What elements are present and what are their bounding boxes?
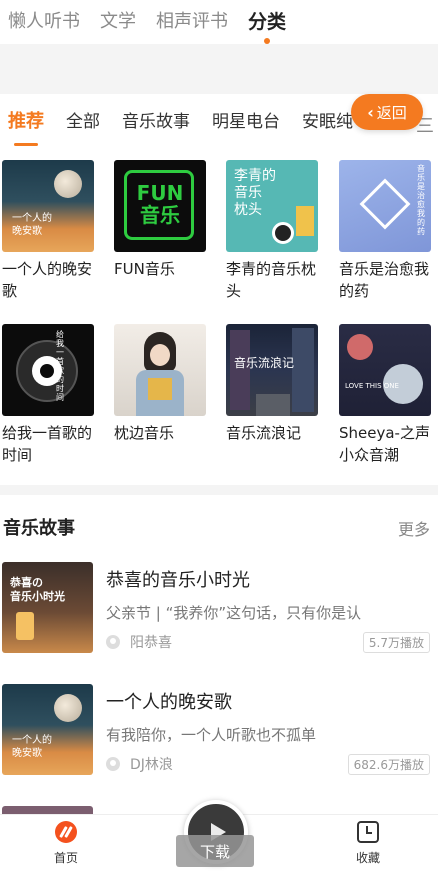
album-cover: 音乐是治愈我的药 [339, 160, 431, 252]
tab-categories[interactable]: 分类 [248, 0, 286, 44]
album-cover-text: 给我一首歌的时间 [56, 330, 64, 402]
moon-graphic [54, 170, 82, 198]
list-description: 父亲节 | “我养你”这句话，只有你是认 [106, 604, 362, 622]
nav-favorites[interactable]: 收藏 [350, 821, 386, 866]
subtab-recommended-label: 推荐 [8, 111, 44, 132]
lamp-graphic [16, 612, 34, 640]
back-button-label: 返回 [376, 103, 407, 122]
clock-icon [357, 821, 379, 843]
author-name: 阳恭喜 [130, 635, 172, 651]
album-title: 音乐流浪记 [226, 424, 302, 442]
album-cover: LOVE THIS ONE [339, 324, 431, 416]
tab-categories-label: 分类 [248, 11, 287, 33]
album-cover-text: 音乐流浪记 [234, 356, 295, 370]
back-button[interactable]: ‹ 返回 [351, 94, 423, 130]
more-link[interactable]: 更多 [398, 516, 430, 540]
list-item-partial[interactable] [2, 806, 93, 814]
album-cover [114, 324, 206, 416]
book-graphic [148, 378, 172, 400]
album-cover-shape [296, 206, 314, 236]
album-title: Sheeya-之声小众音潮 [339, 424, 430, 464]
play-count-badge: 5.7万播放 [362, 632, 430, 653]
album-card[interactable]: 给我一首歌的时间 给我一首歌的时间 [2, 324, 98, 466]
record-graphic [272, 222, 294, 244]
nav-home[interactable]: 首页 [48, 821, 84, 866]
album-title: 给我一首歌的时间 [2, 424, 93, 464]
author-name: DJ林浪 [130, 757, 173, 773]
list-cover-text: 一个人的 晚安歌 [12, 735, 52, 759]
subtab-recommended[interactable]: 推荐 [8, 94, 44, 150]
album-card[interactable]: 音乐是治愈我的药 音乐是治愈我的药 [339, 160, 435, 302]
list-description: 有我陪你，一个人听歌也不孤单 [106, 726, 317, 744]
planet-graphic [347, 334, 373, 360]
album-cover: 给我一首歌的时间 [2, 324, 94, 416]
building-graphic [292, 328, 314, 412]
home-icon [55, 821, 77, 843]
album-title: 音乐是治愈我的药 [339, 260, 430, 300]
album-cover-text: LOVE THIS ONE [345, 382, 399, 390]
portrait-face-graphic [150, 344, 170, 366]
nav-home-label: 首页 [53, 851, 78, 865]
list-cover: 一个人的 晚安歌 [2, 684, 93, 775]
active-subtab-indicator [14, 143, 38, 146]
list-cover-text: 恭喜の 音乐小时光 [10, 576, 65, 603]
album-title: 枕边音乐 [114, 424, 175, 442]
download-button[interactable]: 下载 [176, 835, 254, 867]
nav-favorites-label: 收藏 [355, 851, 380, 865]
album-title: 李青的音乐枕头 [226, 260, 317, 300]
section-title: 音乐故事 [3, 518, 75, 539]
list-author: DJ林浪 [106, 754, 173, 774]
tab-lazy-audio[interactable]: 懒人听书 [8, 0, 80, 44]
person-icon [106, 635, 120, 649]
album-cover: 李青的 音乐 枕头 [226, 160, 318, 252]
album-cover: 一个人的 晚安歌 [2, 160, 94, 252]
album-card[interactable]: 枕边音乐 [114, 324, 210, 444]
list-title: 恭喜的音乐小时光 [106, 570, 250, 591]
subtab-star-radio[interactable]: 明星电台 [212, 94, 280, 150]
subtab-music-stories[interactable]: 音乐故事 [122, 94, 190, 150]
album-cover: 音乐流浪记 [226, 324, 318, 416]
list-author: 阳恭喜 [106, 632, 172, 652]
play-count-badge: 682.6万播放 [347, 754, 430, 775]
subtab-all[interactable]: 全部 [66, 94, 100, 150]
section-divider [0, 485, 438, 495]
album-card[interactable]: LOVE THIS ONE Sheeya-之声小众音潮 [339, 324, 435, 466]
album-card[interactable]: 李青的 音乐 枕头 李青的音乐枕头 [226, 160, 322, 302]
album-title: FUN音乐 [114, 260, 175, 278]
album-cover-text: FUN 音乐 [136, 181, 184, 227]
moon-graphic [54, 694, 82, 722]
diamond-graphic [359, 178, 411, 230]
album-card[interactable]: FUN 音乐 FUN音乐 [114, 160, 210, 280]
album-cover: FUN 音乐 [114, 160, 206, 252]
subtab-sleep[interactable]: 安眠纯 [302, 94, 353, 150]
album-title: 一个人的晚安歌 [2, 260, 93, 300]
chevron-left-icon: ‹ [367, 102, 374, 122]
album-cover-text: 李青的 音乐 枕头 [234, 168, 276, 218]
list-item[interactable]: 恭喜の 音乐小时光 恭喜的音乐小时光 父亲节 | “我养你”这句话，只有你是认 … [0, 562, 438, 672]
list-title: 一个人的晚安歌 [106, 692, 232, 713]
tab-crosstalk[interactable]: 相声评书 [156, 0, 228, 44]
album-cover-text: 一个人的 晚安歌 [12, 213, 52, 237]
album-card[interactable]: 一个人的 晚安歌 一个人的晚安歌 [2, 160, 98, 302]
street-graphic [256, 394, 290, 416]
list-cover: 恭喜の 音乐小时光 [2, 562, 93, 653]
list-item[interactable]: 一个人的 晚安歌 一个人的晚安歌 有我陪你，一个人听歌也不孤单 DJ林浪 682… [0, 684, 438, 794]
album-cover-text: 音乐是治愈我的药 [417, 164, 425, 236]
album-card[interactable]: 音乐流浪记 音乐流浪记 [226, 324, 322, 444]
tab-literature[interactable]: 文学 [100, 0, 136, 44]
banner-area [0, 44, 438, 94]
top-category-tabs: 懒人听书 文学 相声评书 分类 [0, 0, 438, 44]
person-icon [106, 757, 120, 771]
vinyl-hole-graphic [40, 364, 54, 378]
